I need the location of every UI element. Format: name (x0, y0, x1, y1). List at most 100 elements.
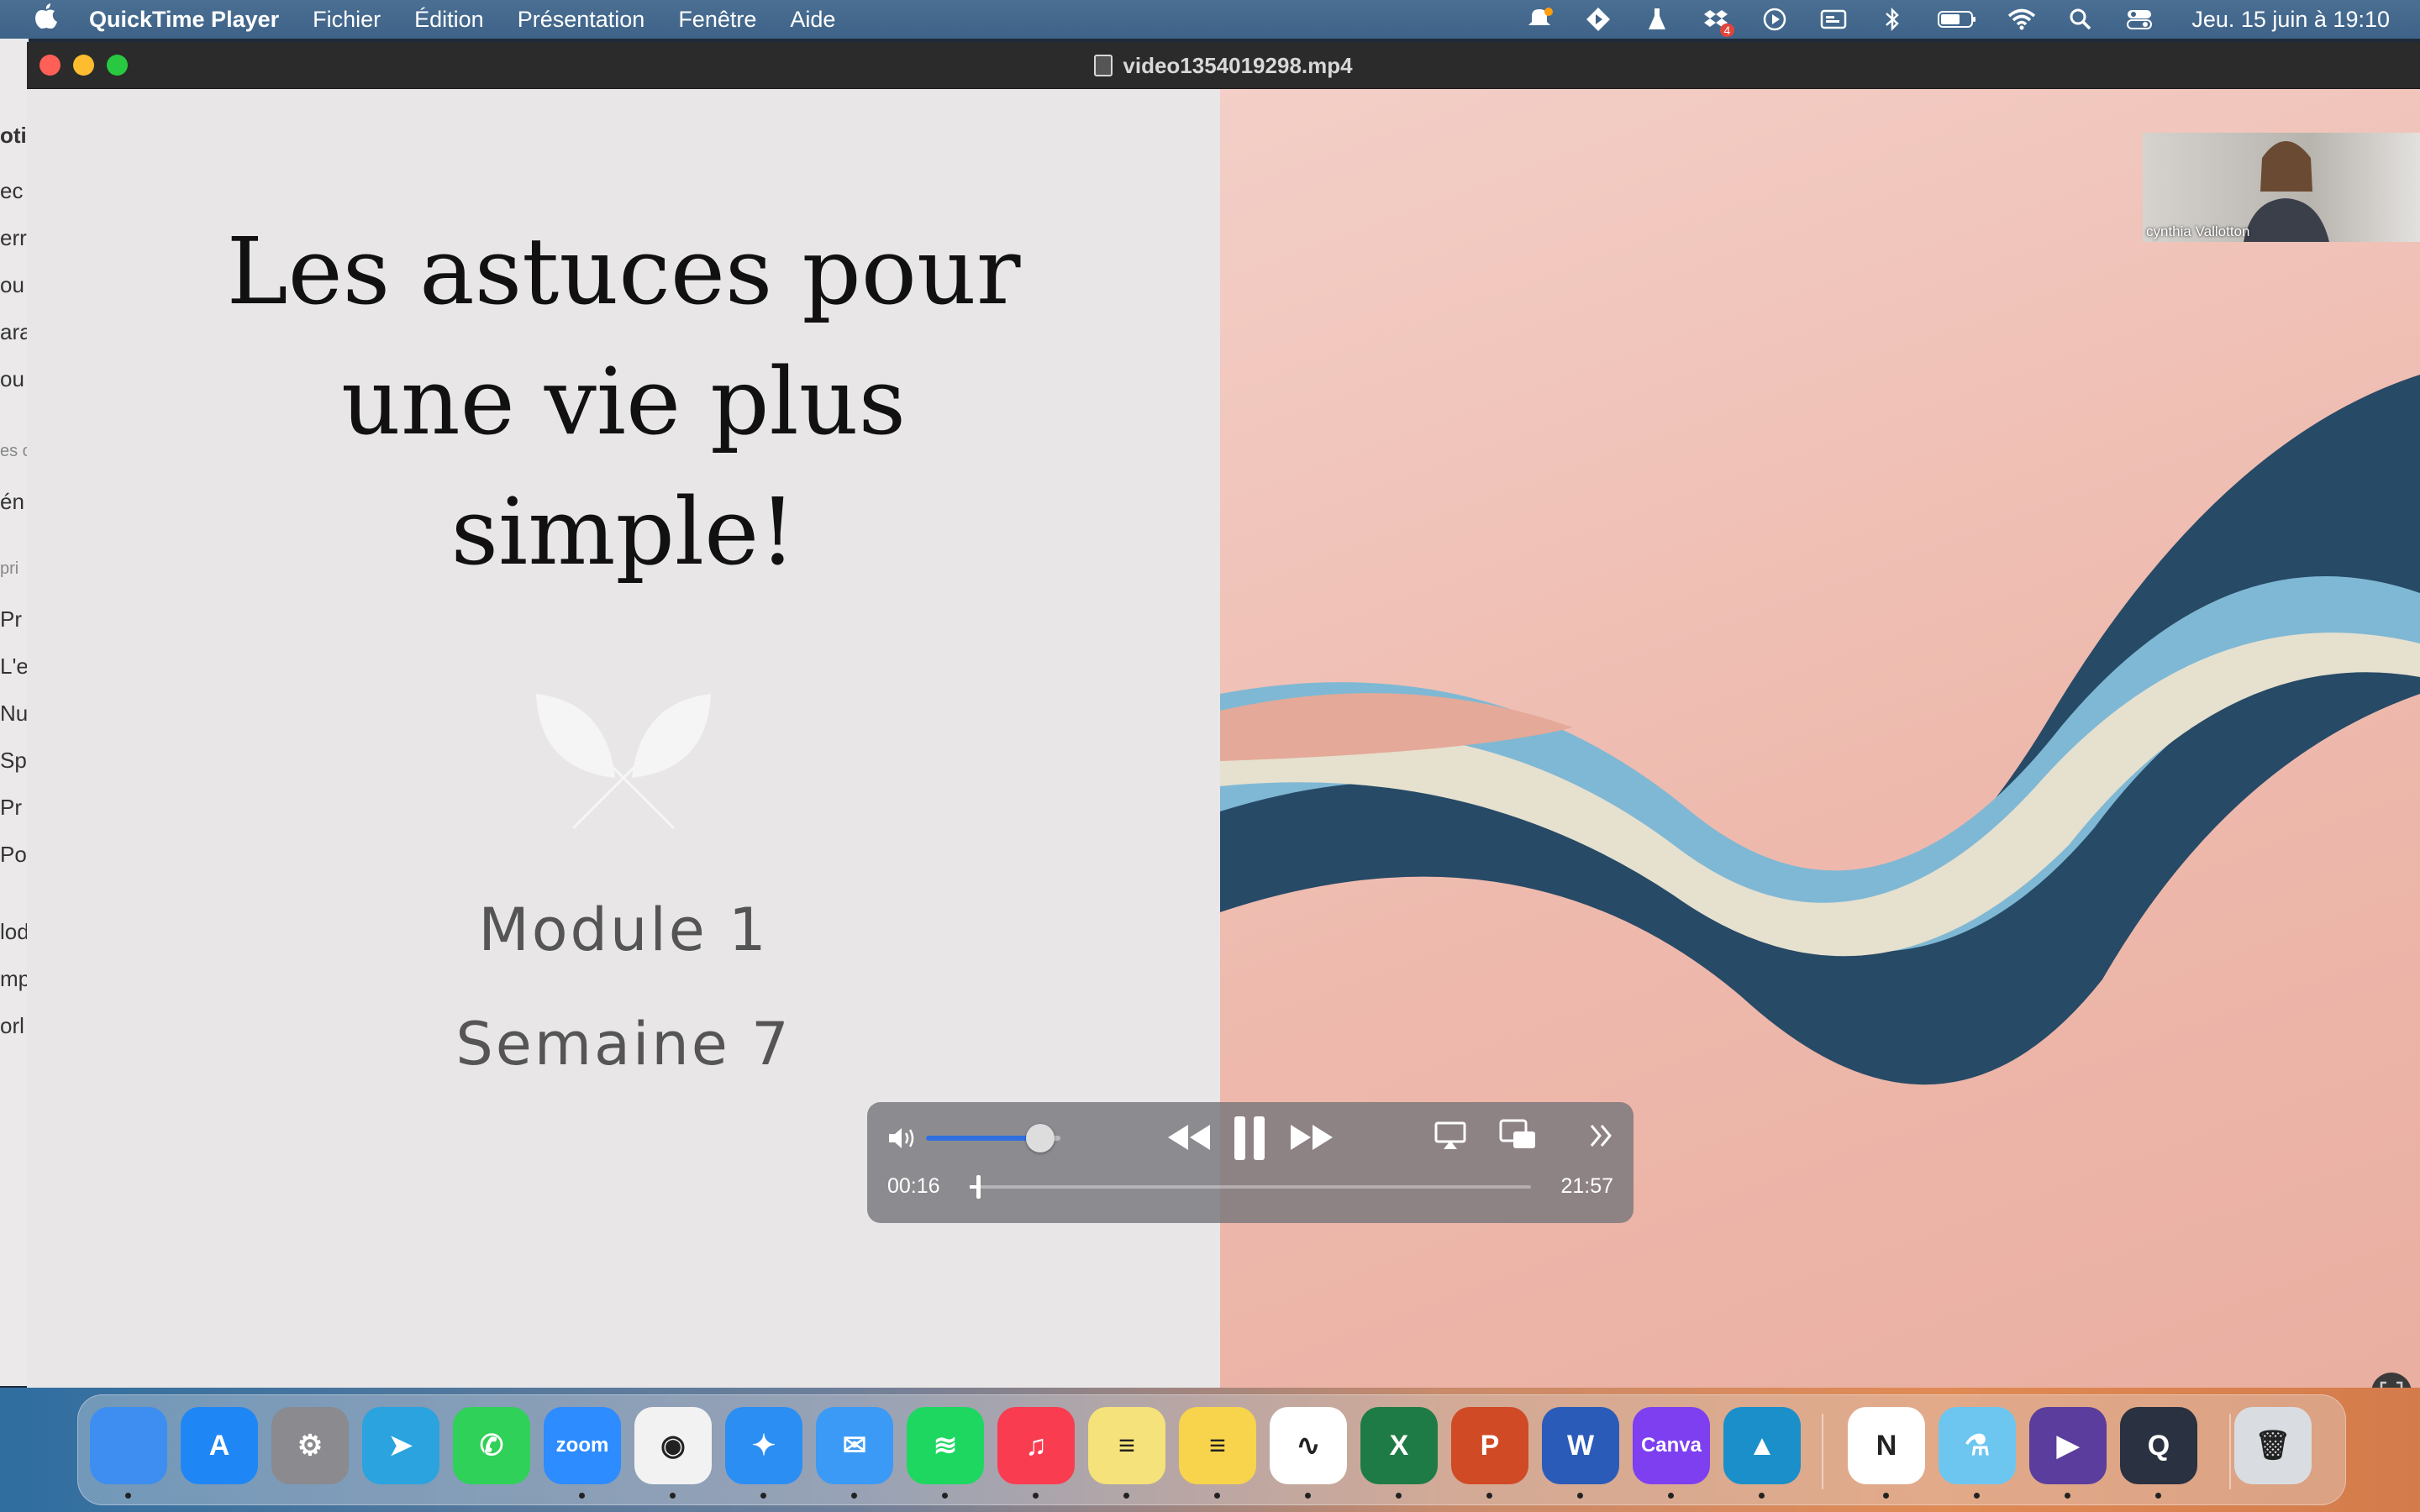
dock-app-freeform[interactable]: ∿ (1270, 1407, 1347, 1484)
dock-app-icon: ∿ (1296, 1430, 1321, 1462)
bg-text: err (0, 225, 27, 250)
volume-level (926, 1136, 1040, 1141)
battery-icon[interactable] (1936, 7, 1978, 32)
dock-app-chrome[interactable]: ◉ (634, 1407, 712, 1484)
pause-button[interactable] (1227, 1114, 1272, 1163)
bluetooth-icon[interactable] (1877, 7, 1907, 32)
dock-app-affinity[interactable]: ▲ (1723, 1407, 1801, 1484)
running-indicator (2065, 1493, 2070, 1499)
dock-app-icon: ♫ (1025, 1429, 1047, 1462)
dock-app-infuse[interactable]: ▶ (2029, 1407, 2107, 1484)
bg-text: oti (0, 123, 27, 148)
dock-app-icon: N (1876, 1429, 1897, 1462)
dock-app-app-store[interactable]: A (181, 1407, 258, 1484)
dock-app-icon: ▶ (2056, 1430, 2080, 1462)
dock-app-zoom[interactable]: zoom (544, 1407, 621, 1484)
playhead[interactable] (976, 1175, 981, 1199)
dock-app-word[interactable]: W (1542, 1407, 1619, 1484)
dock-app-icon: ⚙ (297, 1430, 324, 1462)
apple-menu-icon[interactable] (24, 2, 69, 38)
bg-text: lod (0, 919, 29, 944)
dock-app-safari[interactable]: ✦ (725, 1407, 802, 1484)
rewind-button[interactable] (1163, 1119, 1213, 1156)
menu-edition[interactable]: Édition (414, 7, 484, 33)
dock-app-icon: ➤ (388, 1430, 413, 1462)
dock-app-icon: ✉ (842, 1430, 867, 1462)
running-indicator (670, 1493, 676, 1499)
dock-app-icon: ≡ (1209, 1429, 1226, 1462)
running-indicator (1577, 1493, 1583, 1499)
menu-fenetre[interactable]: Fenêtre (678, 7, 756, 33)
background-app-window[interactable]: oti ec err ou ara ou es c én pri Pr L'e … (0, 39, 29, 1386)
menu-fichier[interactable]: Fichier (313, 7, 381, 33)
dock-app-icon: A (208, 1429, 230, 1462)
menu-app-name[interactable]: QuickTime Player (89, 7, 279, 33)
screen-icon[interactable] (1818, 7, 1849, 32)
webcam-name: cynthia Vallotton (2146, 223, 2250, 239)
document-icon (1094, 55, 1113, 76)
more-options-button[interactable] (1585, 1119, 1618, 1152)
bg-text: ec (0, 178, 24, 203)
play-circle-icon[interactable] (1760, 7, 1790, 32)
timeline-progress (970, 1185, 977, 1189)
dock-app-stickies[interactable]: ≡ (1088, 1407, 1165, 1484)
menubar-clock[interactable]: Jeu. 15 juin à 19:10 (2191, 7, 2390, 33)
airplay-button[interactable] (1432, 1119, 1469, 1152)
bg-text: mp (0, 966, 29, 991)
volume-icon[interactable] (886, 1124, 919, 1152)
dock-app-whatsapp[interactable]: ✆ (453, 1407, 530, 1484)
dock-app-lab[interactable]: ⚗ (1939, 1407, 2016, 1484)
control-center-icon[interactable] (2124, 7, 2154, 32)
volume-knob[interactable] (1026, 1124, 1055, 1152)
dock-app-mail[interactable]: ✉ (816, 1407, 893, 1484)
dropbox-icon[interactable]: 4 (1701, 7, 1735, 37)
dock-app-icon: ≡ (1118, 1429, 1135, 1462)
flask-icon[interactable] (1642, 7, 1672, 32)
menu-aide[interactable]: Aide (790, 7, 835, 33)
dock-separator (2229, 1414, 2231, 1489)
dock-app-telegram[interactable]: ➤ (362, 1407, 439, 1484)
elapsed-time: 00:16 (887, 1174, 940, 1198)
bg-text: ou (0, 272, 24, 297)
dock-app-notes[interactable]: ≡ (1179, 1407, 1256, 1484)
search-icon[interactable] (2065, 7, 2096, 32)
dock-app-excel[interactable]: X (1360, 1407, 1438, 1484)
menu-presentation[interactable]: Présentation (518, 7, 645, 33)
dock-app-finder[interactable] (90, 1407, 167, 1484)
dock-app-icon: W (1566, 1429, 1595, 1462)
dock-app-icon: Canva (1640, 1434, 1702, 1457)
dock-app-corbeille[interactable]: 🗑 (2234, 1407, 2312, 1484)
window-title: video1354019298.mp4 (1123, 52, 1353, 78)
bg-text: pri (0, 559, 19, 578)
headline-line: simple! (450, 478, 797, 585)
video-area[interactable]: Les astuces pour une vie plus simple! Mo… (27, 89, 2420, 1388)
running-indicator (1883, 1493, 1889, 1499)
status-area: 4 Jeu. 15 juin à 19:10 (1524, 0, 2390, 39)
dock-app-notion[interactable]: N (1848, 1407, 1925, 1484)
airplay-icon (1434, 1121, 1466, 1149)
dock-app-musique[interactable]: ♫ (997, 1407, 1075, 1484)
picture-in-picture-button[interactable] (1497, 1117, 1538, 1152)
bg-text: Po (0, 842, 27, 867)
dock-app-quicktime-player[interactable]: Q (2120, 1407, 2197, 1484)
dock-app-powerpoint[interactable]: P (1451, 1407, 1528, 1484)
dock-app-icon: X (1389, 1429, 1409, 1462)
dock-app-icon: ✆ (479, 1430, 504, 1462)
dock-app-icon: P (1480, 1429, 1500, 1462)
bg-text: Pr (0, 606, 22, 632)
fast-forward-button[interactable] (1287, 1119, 1338, 1156)
running-indicator (579, 1493, 585, 1499)
dock-app-r-glages-syst-me[interactable]: ⚙ (271, 1407, 349, 1484)
bg-text: ara (0, 319, 29, 344)
dock-app-spotify[interactable]: ≋ (907, 1407, 984, 1484)
volume-slider[interactable] (926, 1124, 1060, 1152)
kite-icon[interactable] (1583, 7, 1613, 32)
timeline-scrubber[interactable] (970, 1175, 1531, 1199)
dock-app-icon: zoom (555, 1434, 609, 1457)
wifi-icon[interactable] (2007, 7, 2037, 32)
notification-icon[interactable] (1524, 7, 1555, 32)
running-indicator (1033, 1493, 1039, 1499)
pip-icon (1499, 1119, 1535, 1148)
title-bar[interactable]: video1354019298.mp4 (27, 42, 2420, 89)
dock-app-canva[interactable]: Canva (1633, 1407, 1710, 1484)
